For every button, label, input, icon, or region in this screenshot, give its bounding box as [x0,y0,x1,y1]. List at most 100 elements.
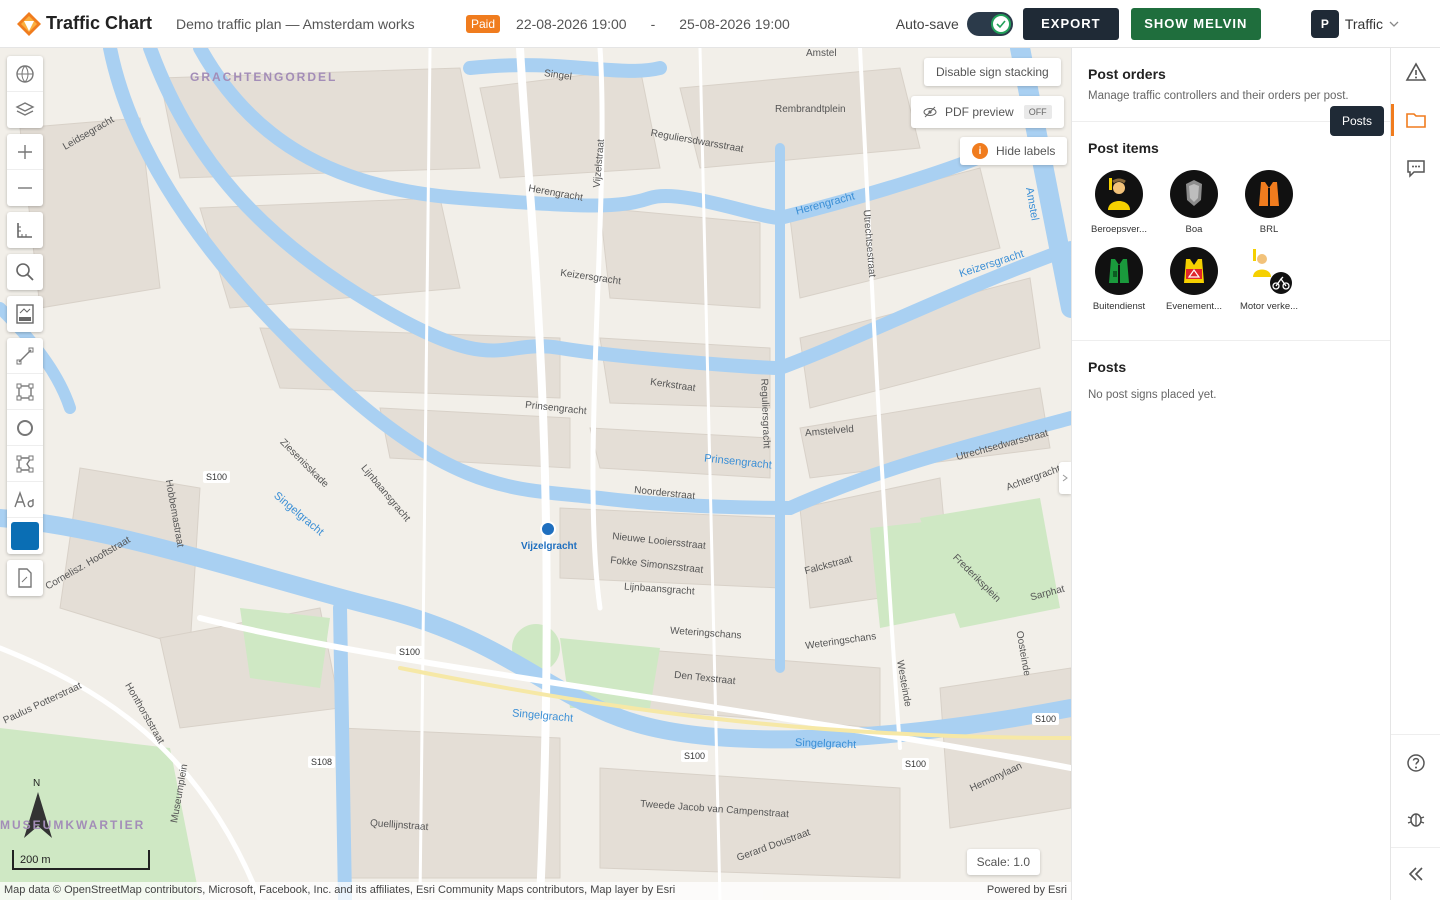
chat-icon [1407,160,1425,178]
hide-labels-button[interactable]: i Hide labels [960,137,1068,165]
map-canvas[interactable]: GRACHTENGORDEL MUSEUMKWARTIER Herengrach… [0,48,1071,900]
rectangle-icon [16,383,34,400]
eye-off-icon [923,106,937,118]
professional-controller-icon [1095,170,1143,218]
rail-comments-button[interactable] [1391,144,1440,192]
post-item-label: Buitendienst [1092,301,1146,312]
import-tools [7,296,43,332]
bug-icon [1407,813,1425,827]
plan-title[interactable]: Demo traffic plan — Amsterdam works [176,16,466,32]
circle-icon [17,419,33,436]
post-item-buitendienst[interactable]: Buitendienst [1088,247,1163,312]
status-badge: Paid [466,14,501,33]
search-location-button[interactable] [7,254,43,290]
disable-sign-stacking-button[interactable]: Disable sign stacking [924,58,1061,86]
info-icon: i [972,143,988,159]
disable-sign-stacking-label: Disable sign stacking [936,65,1049,79]
rail-help-button[interactable] [1391,735,1440,791]
map-toolbar [7,56,43,602]
draw-polygon-button[interactable] [7,446,43,482]
panel-collapse-handle[interactable] [1059,462,1071,494]
attribution-text[interactable]: Map data © OpenStreetMap contributors, M… [4,884,675,898]
post-item-boa[interactable]: Boa [1163,170,1238,235]
post-item-label: BRL [1259,224,1279,235]
basemap-button[interactable] [7,56,43,92]
warning-icon [1405,62,1427,81]
measure-tools [7,212,43,248]
rail-bug-report-button[interactable] [1391,791,1440,847]
metro-station-icon[interactable] [540,521,556,537]
plus-icon [18,144,32,159]
color-picker-button[interactable] [7,518,43,554]
road-badge-s100-east: S100 [902,758,930,770]
pdf-preview-toggle[interactable]: PDF preview OFF [911,96,1064,128]
draw-tools [7,338,43,554]
brand[interactable]: Traffic Chart [16,11,176,37]
ruler-icon [17,223,32,238]
layers-icon [15,102,35,116]
export-button[interactable]: EXPORT [1022,7,1119,40]
add-text-button[interactable] [7,482,43,518]
note-tools [7,560,43,596]
zoom-out-button[interactable] [7,170,43,206]
layers-button[interactable] [7,92,43,128]
rail-warnings-button[interactable] [1391,48,1440,96]
post-item-label: Beroepsver... [1091,224,1147,235]
document-edit-icon [18,568,32,588]
panel-subtitle: Manage traffic controllers and their ord… [1088,90,1349,102]
top-bar: Traffic Chart Demo traffic plan — Amster… [0,0,1440,48]
draw-circle-button[interactable] [7,410,43,446]
double-chevron-left-icon [1408,867,1423,881]
posts-title: Posts [1088,359,1127,375]
autosave-toggle[interactable] [966,11,1013,36]
brl-vest-icon [1245,170,1293,218]
polygon-icon [16,455,34,472]
text-icon [14,490,34,507]
draw-rectangle-button[interactable] [7,374,43,410]
notes-button[interactable] [7,560,43,596]
post-item-label: Evenement... [1166,301,1222,312]
post-item-label: Motor verke... [1239,301,1299,312]
user-menu[interactable]: P Traffic [1310,9,1399,38]
posts-tooltip: Posts [1330,106,1385,136]
selected-color-swatch [11,522,39,550]
post-items-title: Post items [1088,140,1159,156]
powered-by-text[interactable]: Powered by Esri [987,884,1067,898]
scale-bar: 200 m [12,850,150,870]
measure-button[interactable] [7,212,43,248]
post-item-motorverkeersregelaar[interactable]: Motor verke... [1238,247,1313,312]
pdf-preview-state: OFF [1023,105,1052,119]
hide-labels-label: Hide labels [996,144,1056,158]
motorcycle-controller-icon [1245,247,1293,295]
post-items-grid: Beroepsver... Boa BRL Buitendienst Evene… [1088,170,1374,324]
start-date[interactable]: 22-08-2026 19:00 [516,16,627,32]
event-vest-icon [1170,247,1218,295]
post-item-brl[interactable]: BRL [1238,170,1313,235]
search-icon [16,263,34,281]
draw-line-button[interactable] [7,338,43,374]
import-file-button[interactable] [7,296,43,332]
field-service-vest-icon [1095,247,1143,295]
end-date[interactable]: 25-08-2026 19:00 [679,16,790,32]
post-item-label: Boa [1185,224,1203,235]
post-item-beroepsverkeersregelaar[interactable]: Beroepsver... [1088,170,1163,235]
panel-title: Post orders [1088,66,1166,82]
road-badge-s100-west: S100 [203,471,231,483]
posts-empty-text: No post signs placed yet. [1088,389,1217,401]
map-attribution: Map data © OpenStreetMap contributors, M… [0,882,1071,900]
boa-icon [1170,170,1218,218]
folder-icon [1406,113,1426,128]
right-rail [1390,48,1440,900]
rail-posts-button[interactable] [1391,96,1440,144]
post-item-evenementenverkeersregelaar[interactable]: Evenement... [1163,247,1238,312]
road-badge-s100-far-east: S100 [1032,713,1060,725]
posts-section: Posts No post signs placed yet. [1072,341,1390,411]
show-melvin-button[interactable]: SHOW MELVIN [1130,7,1261,40]
post-orders-panel: Post orders Manage traffic controllers a… [1071,48,1390,900]
zoom-in-button[interactable] [7,134,43,170]
globe-icon [16,64,34,83]
rail-collapse-button[interactable] [1391,848,1440,900]
map-background [0,48,1071,900]
line-icon [16,347,34,364]
zoom-tools [7,134,43,206]
